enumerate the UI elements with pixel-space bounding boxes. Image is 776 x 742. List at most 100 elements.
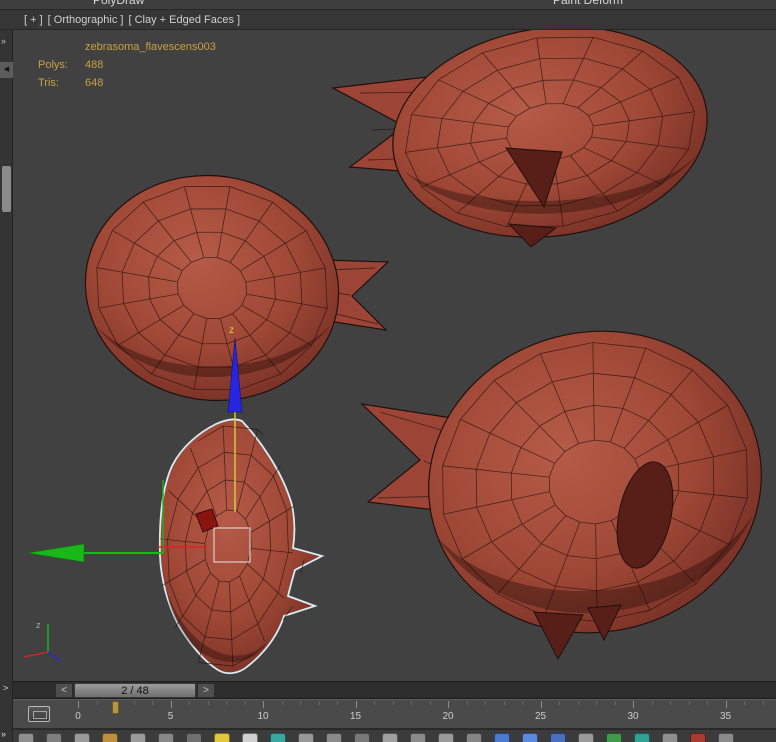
viewport-shading-menu[interactable]: [ Clay + Edged Faces ] bbox=[128, 14, 240, 26]
ruler-tick-label: 5 bbox=[161, 711, 181, 722]
status-toolbar-icon[interactable] bbox=[242, 733, 258, 742]
ruler-tick bbox=[726, 701, 727, 708]
status-toolbar-icon[interactable] bbox=[550, 733, 566, 742]
status-toolbar-icon[interactable] bbox=[494, 733, 510, 742]
polydraw-panel-label[interactable]: PolyDraw bbox=[93, 0, 144, 7]
ruler-tick-label: 20 bbox=[438, 711, 458, 722]
ruler-tick bbox=[633, 701, 634, 708]
ruler-tick bbox=[615, 701, 616, 705]
expand-bottom-icon[interactable]: » bbox=[1, 729, 6, 739]
status-toolbar-icon[interactable] bbox=[130, 733, 146, 742]
status-toolbar-icon[interactable] bbox=[158, 733, 174, 742]
status-toolbar-icon[interactable] bbox=[662, 733, 678, 742]
ruler-tick-label: 15 bbox=[346, 711, 366, 722]
viewport[interactable]: zebrasoma_flavescens003 Polys: 488 Tris:… bbox=[13, 30, 776, 681]
ruler-tick bbox=[522, 701, 523, 705]
paint-deform-panel-label[interactable]: Paint Deform bbox=[553, 0, 623, 7]
viewport-header: [ + ] [ Orthographic ] [ Clay + Edged Fa… bbox=[0, 10, 776, 30]
polys-label: Polys: bbox=[38, 56, 85, 74]
gizmo-z-label: z bbox=[229, 325, 234, 336]
fish-model-bottom-right[interactable] bbox=[362, 301, 776, 664]
ruler-tick bbox=[134, 701, 135, 705]
expand-panel-icon[interactable]: » bbox=[1, 36, 6, 46]
world-axis-y bbox=[48, 652, 60, 661]
status-toolbar-icon[interactable] bbox=[270, 733, 286, 742]
status-toolbar-icon[interactable] bbox=[326, 733, 342, 742]
current-frame-marker[interactable] bbox=[112, 701, 119, 714]
fish-model-top-right[interactable] bbox=[333, 30, 721, 257]
viewport-canvas[interactable]: z z bbox=[13, 30, 776, 681]
ruler-tick-label: 0 bbox=[68, 711, 88, 722]
corner-arrow-icon[interactable]: > bbox=[3, 683, 8, 693]
ruler-tick bbox=[152, 701, 153, 705]
status-toolbar-icon[interactable] bbox=[466, 733, 482, 742]
ruler-tick bbox=[337, 701, 338, 705]
viewport-pov-menu[interactable]: [ Orthographic ] bbox=[48, 14, 124, 26]
gizmo-x-arrow[interactable] bbox=[28, 544, 84, 562]
polys-value: 488 bbox=[85, 56, 103, 74]
application-window: PolyDraw Paint Deform [ + ] [ Orthograph… bbox=[0, 0, 776, 742]
left-toolbar-strip: » ◀ > » bbox=[0, 30, 13, 742]
selected-object-name: zebrasoma_flavescens003 bbox=[85, 38, 216, 56]
ruler-tick bbox=[319, 701, 320, 705]
timeline-ruler[interactable]: 05101520253035 bbox=[75, 700, 776, 730]
ruler-tick bbox=[448, 701, 449, 708]
status-toolbar-icon[interactable] bbox=[354, 733, 370, 742]
status-toolbar-icon[interactable] bbox=[578, 733, 594, 742]
ruler-tick bbox=[263, 701, 264, 708]
fish-model-middle-left[interactable] bbox=[67, 156, 388, 421]
world-axis-tripod: z bbox=[24, 620, 60, 661]
ruler-tick bbox=[171, 701, 172, 708]
mini-curve-editor-icon[interactable] bbox=[28, 706, 50, 722]
ruler-tick bbox=[393, 701, 394, 705]
ruler-tick-label: 10 bbox=[253, 711, 273, 722]
status-toolbar-icon[interactable] bbox=[410, 733, 426, 742]
ribbon-toolbar: PolyDraw Paint Deform bbox=[0, 0, 776, 10]
ruler-tick bbox=[541, 701, 542, 708]
previous-frame-button[interactable]: < bbox=[55, 683, 73, 698]
ruler-tick bbox=[430, 701, 431, 705]
ruler-tick bbox=[689, 701, 690, 705]
status-toolbar-icon[interactable] bbox=[74, 733, 90, 742]
status-toolbar-icon[interactable] bbox=[690, 733, 706, 742]
time-slider-handle[interactable]: 2 / 48 bbox=[74, 683, 196, 698]
ruler-tick bbox=[189, 701, 190, 705]
ruler-tick bbox=[670, 701, 671, 705]
ruler-tick bbox=[578, 701, 579, 705]
ruler-tick bbox=[356, 701, 357, 708]
status-toolbar-icon[interactable] bbox=[102, 733, 118, 742]
status-toolbar-icon[interactable] bbox=[438, 733, 454, 742]
status-toolbar-icon[interactable] bbox=[606, 733, 622, 742]
strip-scrollbar[interactable] bbox=[2, 166, 11, 212]
ruler-tick bbox=[596, 701, 597, 705]
status-toolbar-icon[interactable] bbox=[522, 733, 538, 742]
ruler-tick-label: 30 bbox=[623, 711, 643, 722]
status-toolbar-icon[interactable] bbox=[634, 733, 650, 742]
time-slider-track[interactable]: < 2 / 48 > bbox=[13, 681, 776, 699]
ruler-tick bbox=[245, 701, 246, 705]
status-toolbar-icon[interactable] bbox=[298, 733, 314, 742]
ruler-tick bbox=[411, 701, 412, 705]
status-toolbar-icon[interactable] bbox=[214, 733, 230, 742]
status-toolbar bbox=[0, 729, 776, 742]
ruler-tick bbox=[504, 701, 505, 705]
ruler-tick bbox=[652, 701, 653, 705]
status-toolbar-icon[interactable] bbox=[18, 733, 34, 742]
ruler-tick bbox=[97, 701, 98, 705]
next-frame-button[interactable]: > bbox=[197, 683, 215, 698]
track-bar-left bbox=[13, 700, 75, 730]
status-toolbar-icon[interactable] bbox=[46, 733, 62, 742]
status-toolbar-icon[interactable] bbox=[186, 733, 202, 742]
world-axis-z-label: z bbox=[36, 620, 41, 630]
collapse-arrow-icon[interactable]: ◀ bbox=[0, 62, 13, 78]
ruler-tick bbox=[226, 701, 227, 705]
status-toolbar-icon[interactable] bbox=[382, 733, 398, 742]
world-axis-x bbox=[24, 652, 48, 657]
ruler-tick bbox=[763, 701, 764, 705]
viewport-general-menu[interactable]: [ + ] bbox=[24, 14, 43, 26]
ruler-tick bbox=[485, 701, 486, 705]
ruler-tick bbox=[467, 701, 468, 705]
tris-value: 648 bbox=[85, 74, 103, 92]
tris-label: Tris: bbox=[38, 74, 85, 92]
status-toolbar-icon[interactable] bbox=[718, 733, 734, 742]
